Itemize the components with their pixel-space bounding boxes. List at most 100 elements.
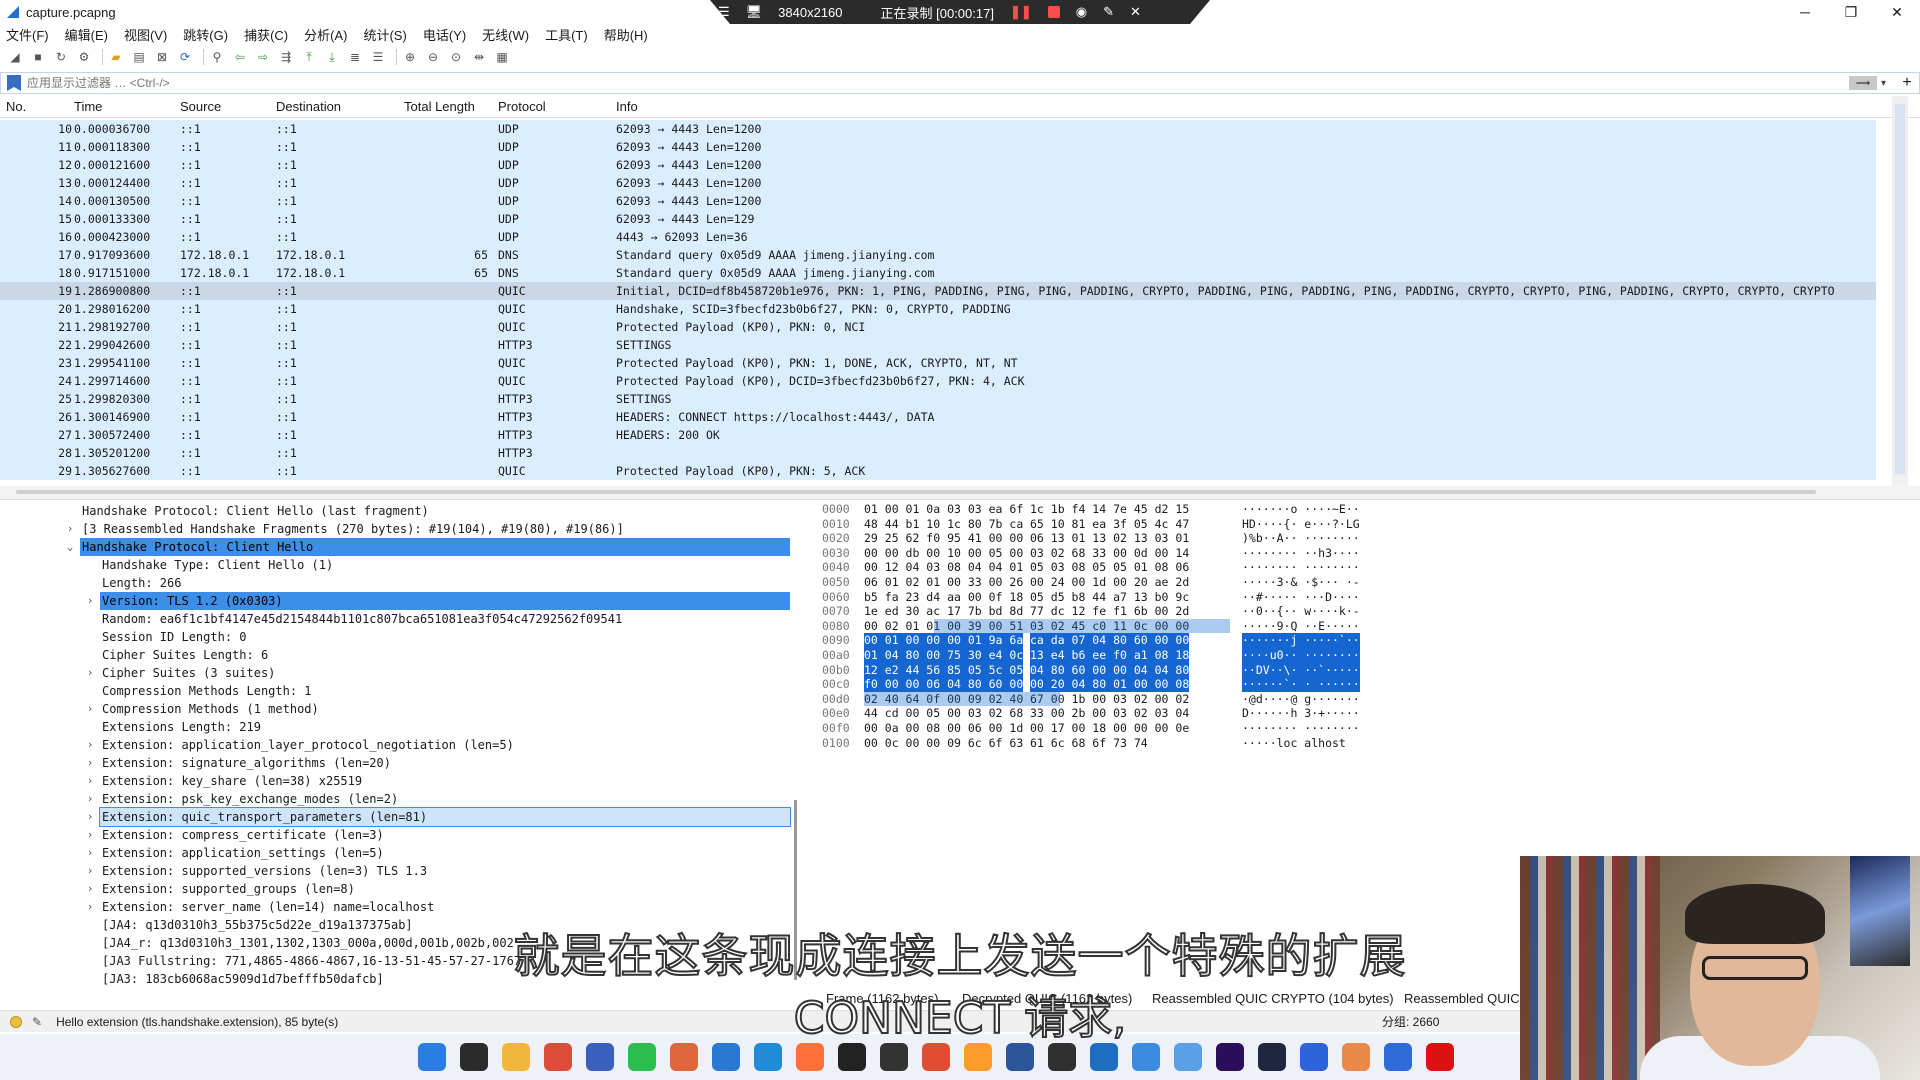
firefox-icon[interactable] [796,1043,824,1071]
expanded-chevron-icon[interactable]: ⌄ [64,538,76,556]
word-icon[interactable] [1006,1043,1034,1071]
go-forward-icon[interactable]: ⇨ [254,48,272,66]
menu-statistics[interactable]: 统计(S) [363,25,406,44]
collapsed-chevron-icon[interactable]: › [84,808,96,826]
collapsed-chevron-icon[interactable]: › [84,736,96,754]
column-time[interactable]: Time [74,99,102,114]
menu-edit[interactable]: 编辑(E) [65,25,108,44]
packet-row[interactable]: 23 1.299541100::1::1 QUIC Protected Payload… [0,354,1876,372]
tree-item[interactable]: › Cipher Suites (3 suites) [0,664,790,682]
app-icon[interactable] [1174,1043,1202,1071]
premiere-icon[interactable] [1216,1043,1244,1071]
search-icon[interactable] [964,1043,992,1071]
git-icon[interactable] [922,1043,950,1071]
packet-row[interactable]: 20 1.298016200::1::1 QUIC Handshake, SCID=3… [0,300,1876,318]
wechat-icon[interactable] [628,1043,656,1071]
tree-item[interactable]: Compression Methods Length: 1 [0,682,790,700]
zoom-normal-icon[interactable]: ⊙ [447,48,465,66]
packet-row[interactable]: 11 0.000118300::1::1 UDP 62093 → 4443 Len=1… [0,138,1876,156]
packet-row[interactable]: 22 1.299042600::1::1 HTTP3 SETTINGS [0,336,1876,354]
collapsed-chevron-icon[interactable]: › [84,862,96,880]
column-destination[interactable]: Destination [276,99,341,114]
find-packet-icon[interactable]: ⚲ [208,48,226,66]
explorer-icon[interactable] [460,1043,488,1071]
tree-item[interactable]: Length: 266 [0,574,790,592]
pane-splitter[interactable] [0,486,1920,500]
packet-bytes-pane[interactable]: 0000 01 00 01 0a 03 03 ea 6f 1c 1b f4 14 7… [812,500,1520,990]
packet-row[interactable]: 15 0.000133300::1::1 UDP 62093 → 4443 Len=1… [0,210,1876,228]
menu-analyze[interactable]: 分析(A) [304,25,347,44]
collapsed-chevron-icon[interactable]: › [84,844,96,862]
tree-item[interactable]: › Extension: application_settings (len=5) [0,844,790,862]
horizontal-scrollbar[interactable] [16,490,1816,494]
wireshark-icon[interactable] [1384,1043,1412,1071]
packet-row[interactable]: 14 0.000130500::1::1 UDP 62093 → 4443 Len=1… [0,192,1876,210]
bookmark-icon[interactable] [7,75,21,91]
menu-capture[interactable]: 捕获(C) [244,25,288,44]
collapsed-chevron-icon[interactable]: › [84,664,96,682]
column-total-length[interactable]: Total Length [404,99,475,114]
collapsed-chevron-icon[interactable]: › [64,520,76,538]
notes-icon[interactable] [1300,1043,1328,1071]
collapsed-chevron-icon[interactable]: › [84,772,96,790]
close-file-icon[interactable]: ⊠ [153,48,171,66]
collapsed-chevron-icon[interactable]: › [84,790,96,808]
tree-item[interactable]: Cipher Suites Length: 6 [0,646,790,664]
packet-row[interactable]: 26 1.300146900::1::1 HTTP3 HEADERS: CONNECT… [0,408,1876,426]
folder-icon[interactable] [502,1043,530,1071]
pause-icon[interactable]: ❚❚ [1010,4,1032,20]
packet-row[interactable]: 17 0.917093600 172.18.0.1 172.18.0.1 65 DNS St… [0,246,1876,264]
packet-row[interactable]: 16 0.000423000::1::1 UDP 4443 → 62093 Len=3… [0,228,1876,246]
stop-capture-icon[interactable]: ■ [29,48,47,66]
tree-item[interactable]: › Extension: quic_transport_parameters (l… [0,807,791,827]
obs-icon[interactable] [1048,1043,1076,1071]
collapsed-chevron-icon[interactable]: › [84,898,96,916]
close-icon[interactable]: ✕ [1130,4,1141,20]
packet-row[interactable]: 21 1.298192700::1::1 QUIC Protected Payload… [0,318,1876,336]
start-icon[interactable] [418,1043,446,1071]
tree-item[interactable]: › Extension: supported_groups (len=8) [0,880,790,898]
open-file-icon[interactable]: ▰ [107,48,125,66]
colorize-icon[interactable]: ☰ [369,48,387,66]
close-button[interactable]: ✕ [1874,0,1920,24]
camera-icon[interactable]: ◉ [1076,4,1087,20]
scrollbar-thumb[interactable] [1895,104,1905,474]
tree-item[interactable]: › Extension: server_name (len=14) name=lo… [0,898,790,916]
go-to-packet-icon[interactable]: ⇶ [277,48,295,66]
resize-columns-icon[interactable]: ⇹ [470,48,488,66]
collapsed-chevron-icon[interactable]: › [84,880,96,898]
reload-file-icon[interactable]: ⟳ [176,48,194,66]
go-last-icon[interactable]: ⤓ [323,48,341,66]
packet-row[interactable]: 29 1.305627600::1::1 QUIC Protected Payload… [0,462,1876,480]
tree-item[interactable]: › Version: TLS 1.2 (0x0303) [0,592,790,610]
collapsed-chevron-icon[interactable]: › [84,700,96,718]
menu-telephony[interactable]: 电话(Y) [423,25,466,44]
chatgpt-icon[interactable] [838,1043,866,1071]
collapsed-chevron-icon[interactable]: › [84,754,96,772]
tree-item[interactable]: › [3 Reassembled Handshake Fragments (270… [0,520,790,538]
packet-row[interactable]: 27 1.300572400::1::1 HTTP3 HEADERS: 200 OK [0,426,1876,444]
save-icon[interactable] [586,1043,614,1071]
menu-tools[interactable]: 工具(T) [545,25,588,44]
tree-item[interactable]: › Extension: signature_algorithms (len=20… [0,754,790,772]
chat-icon[interactable] [1132,1043,1160,1071]
record-icon[interactable] [1426,1043,1454,1071]
column-protocol[interactable]: Protocol [498,99,546,114]
chrome-icon[interactable] [544,1043,572,1071]
edit-comment-icon[interactable]: ✎ [32,1015,42,1029]
minimize-button[interactable]: ─ [1782,0,1828,24]
tree-item[interactable]: Handshake Protocol: Client Hello (last f… [0,502,790,520]
tree-item[interactable]: › Extension: application_layer_protocol_n… [0,736,790,754]
zoom-in-icon[interactable]: ⊕ [401,48,419,66]
packet-row[interactable]: 28 1.305201200::1::1 HTTP3 [0,444,1876,462]
menu-wireless[interactable]: 无线(W) [482,25,529,44]
menu-file[interactable]: 文件(F) [6,25,49,44]
collapsed-chevron-icon[interactable]: › [84,592,96,610]
expert-info-led-icon[interactable] [10,1015,22,1028]
tree-item[interactable]: ⌄ Handshake Protocol: Client Hello [0,538,790,556]
display-filter-input[interactable] [27,76,1849,90]
packet-row[interactable]: 19 1.286900800::1::1 QUIC Initial, DCID=df8… [0,282,1876,300]
restart-capture-icon[interactable]: ↻ [52,48,70,66]
go-back-icon[interactable]: ⇦ [231,48,249,66]
packet-details-tree[interactable]: Handshake Protocol: Client Hello (last f… [0,500,800,990]
